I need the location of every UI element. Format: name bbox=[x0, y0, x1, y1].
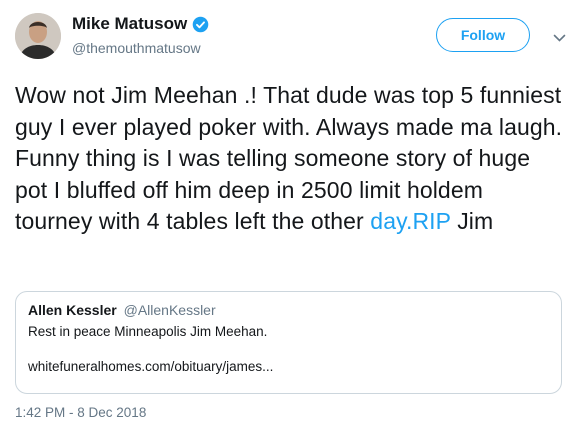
tweet-text-part: Jim bbox=[450, 208, 494, 234]
quoted-tweet-text: Rest in peace Minneapolis Jim Meehan. bbox=[28, 324, 268, 339]
author-handle[interactable]: @themouthmatusow bbox=[72, 40, 209, 56]
tweet-link[interactable]: day.RIP bbox=[370, 208, 450, 234]
quoted-tweet-link[interactable]: whitefuneralhomes.com/obituary/james... bbox=[28, 359, 549, 374]
quoted-tweet[interactable]: Allen Kessler @AllenKessler Rest in peac… bbox=[15, 291, 562, 394]
author-block: Mike Matusow @themouthmatusow bbox=[72, 14, 209, 56]
follow-button[interactable]: Follow bbox=[436, 18, 530, 52]
quoted-author-name: Allen Kessler bbox=[28, 302, 117, 318]
tweet-timestamp[interactable]: 1:42 PM - 8 Dec 2018 bbox=[15, 405, 146, 420]
author-name[interactable]: Mike Matusow bbox=[72, 14, 187, 34]
quoted-author-handle: @AllenKessler bbox=[123, 302, 216, 318]
avatar[interactable] bbox=[15, 13, 61, 59]
verified-badge-icon bbox=[192, 16, 209, 33]
chevron-down-icon[interactable] bbox=[553, 30, 566, 48]
quoted-tweet-header: Allen Kessler @AllenKessler bbox=[28, 302, 549, 318]
tweet-text: Wow not Jim Meehan .! That dude was top … bbox=[15, 80, 563, 238]
